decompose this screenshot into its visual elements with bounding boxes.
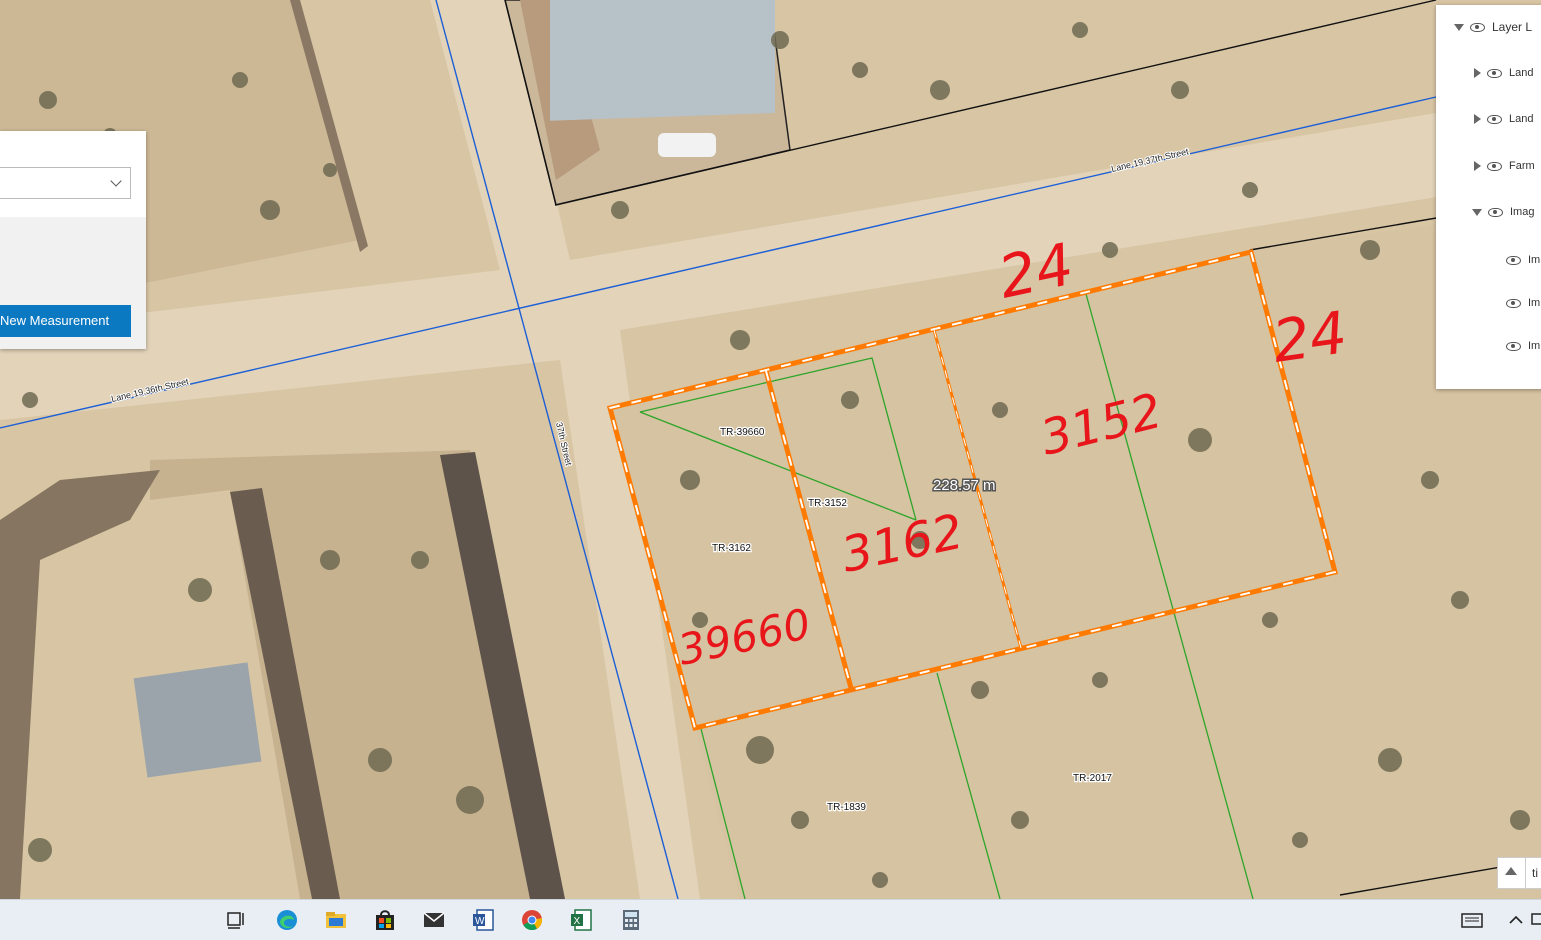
expand-icon[interactable]	[1474, 114, 1481, 124]
visibility-eye-icon[interactable]	[1506, 255, 1521, 265]
expand-icon[interactable]	[1474, 161, 1481, 171]
divider	[1525, 858, 1526, 890]
chevron-up-icon[interactable]	[1504, 908, 1528, 932]
map-corner-label[interactable]: ti	[1532, 866, 1538, 880]
visibility-eye-icon[interactable]	[1506, 298, 1521, 308]
notifications-icon[interactable]	[1460, 908, 1484, 932]
svg-text:X: X	[574, 916, 581, 927]
visibility-eye-icon[interactable]	[1487, 114, 1502, 124]
parcel-label-tr-3162: TR-3162	[712, 543, 751, 554]
parcel-label-tr-3152: TR-3152	[808, 498, 847, 509]
layer-list-panel: Layer L Land Land Farm Imag Im Im Im	[1436, 5, 1541, 389]
handwritten-right-dimension: 24	[1268, 298, 1351, 376]
collapse-icon[interactable]	[1454, 23, 1464, 31]
map-canvas[interactable]: Lane 19,37th Street Lane 19,36th Street …	[0, 0, 1541, 899]
visibility-eye-icon[interactable]	[1487, 68, 1502, 78]
layer-item-label: Im	[1528, 297, 1541, 309]
svg-text:W: W	[475, 916, 485, 927]
store-icon[interactable]	[373, 908, 397, 932]
chrome-icon[interactable]	[520, 908, 544, 932]
excel-icon[interactable]: X	[569, 908, 593, 932]
measurement-label: 228.57 m	[933, 477, 996, 494]
network-icon[interactable]	[1528, 908, 1541, 932]
mail-icon[interactable]	[422, 908, 446, 932]
layer-item-label: Im	[1528, 340, 1541, 352]
layer-item-label: Land	[1509, 67, 1534, 79]
file-explorer-icon[interactable]	[324, 908, 348, 932]
unit-select[interactable]	[0, 167, 131, 199]
new-measurement-button[interactable]: New Measurement	[0, 305, 131, 337]
windows-taskbar: W X	[0, 899, 1541, 940]
chevron-down-icon[interactable]	[110, 175, 122, 187]
parcel-label-tr-39660: TR-39660	[720, 427, 765, 438]
new-measurement-button-label: New Measurement	[0, 313, 110, 328]
expand-icon[interactable]	[1474, 68, 1481, 78]
layer-item-imagery[interactable]: Imag	[1472, 202, 1534, 222]
layer-list-title: Layer L	[1492, 20, 1533, 34]
visibility-eye-icon[interactable]	[1506, 341, 1521, 351]
parcel-label-tr-1839: TR-1839	[827, 802, 866, 813]
visibility-eye-icon[interactable]	[1488, 207, 1503, 217]
layer-list-header[interactable]: Layer L	[1454, 17, 1532, 37]
aerial-map[interactable]: Lane 19,37th Street Lane 19,36th Street …	[0, 0, 1541, 899]
layer-item-imagery-child-3[interactable]: Im	[1506, 336, 1540, 356]
edge-icon[interactable]	[275, 908, 299, 932]
measurement-panel: New Measurement	[0, 131, 146, 349]
layer-item-land-1[interactable]: Land	[1474, 63, 1533, 83]
layer-item-imagery-child-1[interactable]: Im	[1506, 250, 1540, 270]
layer-item-farm[interactable]: Farm	[1474, 156, 1535, 176]
visibility-eye-icon[interactable]	[1487, 161, 1502, 171]
word-icon[interactable]: W	[471, 908, 495, 932]
layer-item-label: Land	[1509, 113, 1534, 125]
layer-item-land-2[interactable]: Land	[1474, 109, 1533, 129]
collapse-icon[interactable]	[1472, 208, 1482, 216]
parcel-label-tr-2017: TR-2017	[1073, 773, 1112, 784]
layer-item-label: Farm	[1509, 160, 1535, 172]
layer-item-imagery-child-2[interactable]: Im	[1506, 293, 1540, 313]
layer-item-label: Im	[1528, 254, 1541, 266]
map-corner-widget: ti	[1497, 857, 1541, 890]
task-view-icon[interactable]	[225, 908, 249, 932]
expand-up-icon[interactable]	[1505, 867, 1517, 875]
layer-item-label: Imag	[1510, 206, 1535, 218]
visibility-eye-icon[interactable]	[1470, 22, 1485, 32]
calculator-icon[interactable]	[619, 908, 643, 932]
